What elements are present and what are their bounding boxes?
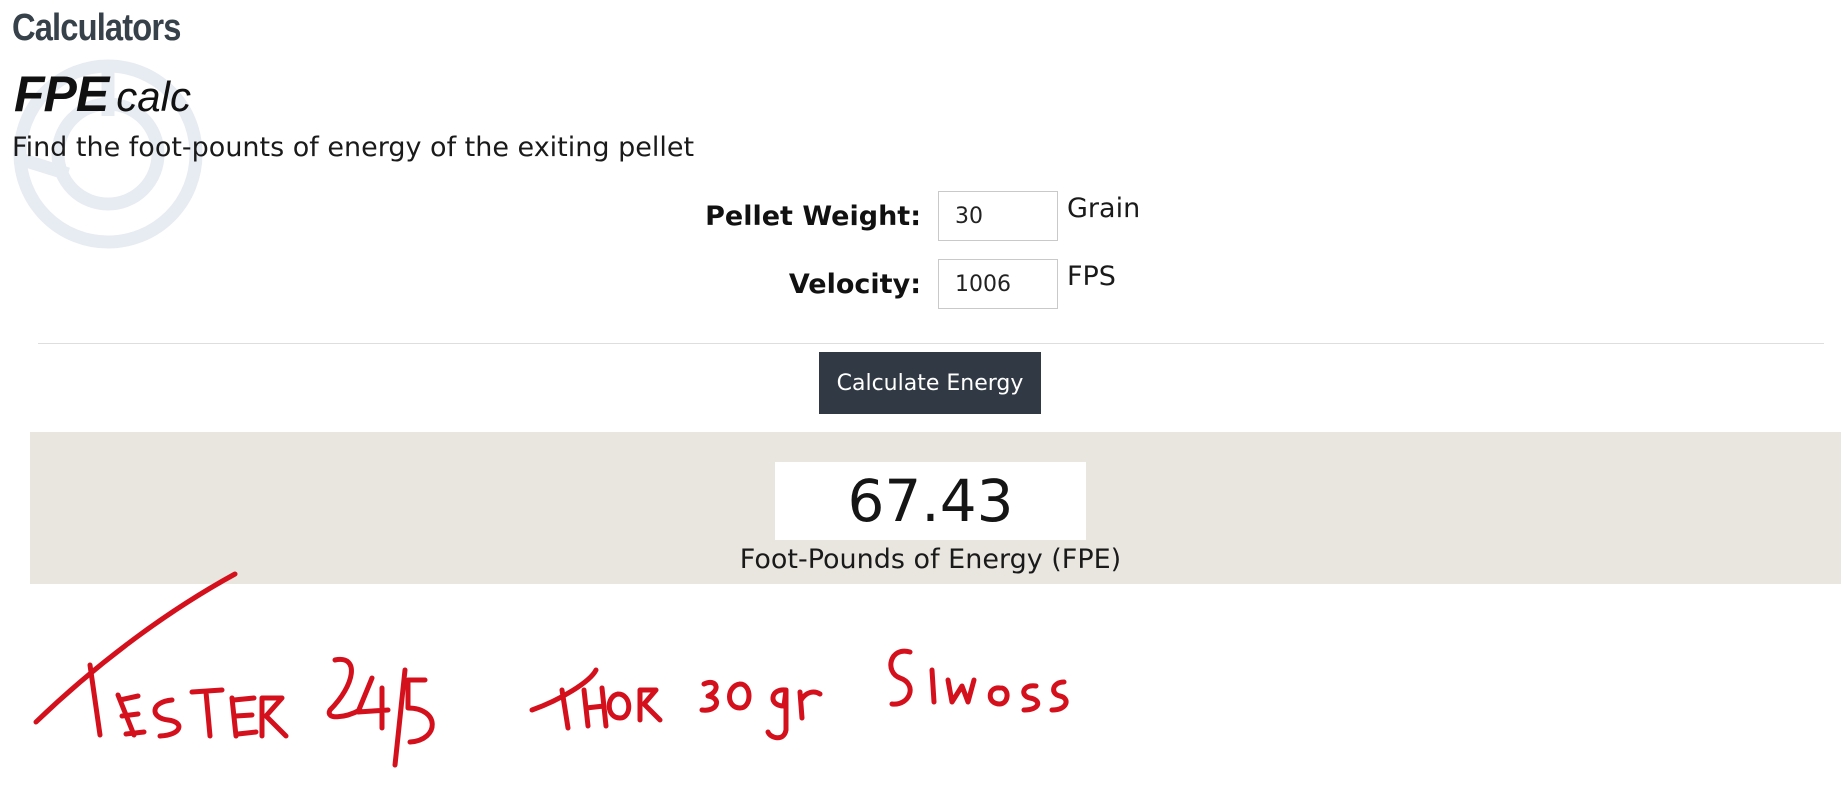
- calculate-energy-button[interactable]: Calculate Energy: [819, 352, 1041, 414]
- velocity-unit: FPS: [1067, 261, 1116, 292]
- pellet-weight-label: Pellet Weight:: [705, 201, 921, 232]
- calculator-description: Find the foot-pounts of energy of the ex…: [12, 132, 695, 163]
- velocity-row: Velocity: FPS: [0, 259, 1841, 311]
- form-divider: [38, 343, 1824, 344]
- pellet-weight-unit: Grain: [1067, 193, 1141, 224]
- pellet-weight-input[interactable]: [938, 191, 1058, 241]
- result-value: 67.43: [775, 462, 1086, 540]
- velocity-input[interactable]: [938, 259, 1058, 309]
- calculator-title-abbrev: FPE: [14, 66, 109, 122]
- calculator-title: FPE calc: [14, 66, 191, 131]
- calculator-title-suffix: calc: [116, 73, 191, 120]
- page-heading: Calculators: [12, 7, 181, 49]
- pellet-weight-row: Pellet Weight: Grain: [0, 191, 1841, 243]
- handwritten-annotation: [33, 571, 1069, 768]
- velocity-label: Velocity:: [788, 269, 921, 300]
